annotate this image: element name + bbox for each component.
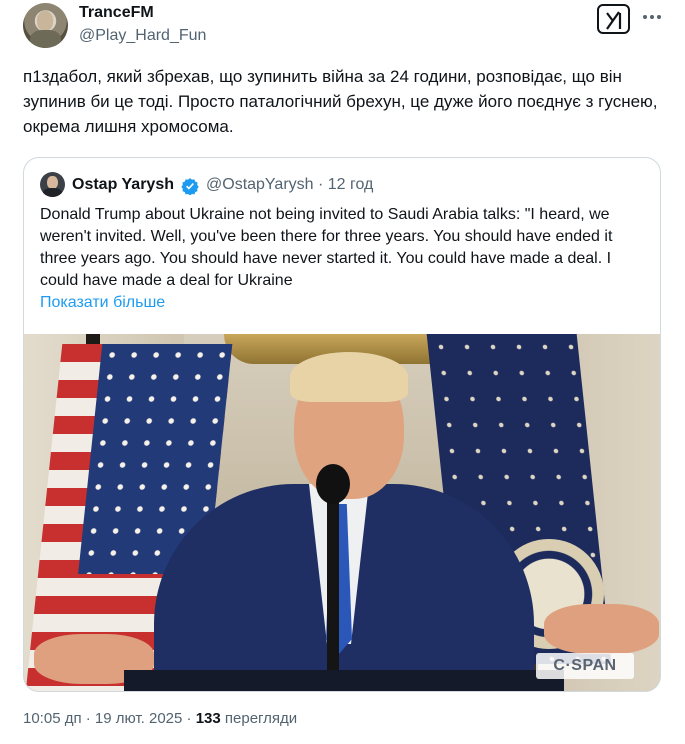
quoted-media-image[interactable]: C·SPAN [24,334,660,691]
views-count: 133 [195,710,221,727]
tweet-text: п1здабол, який збрехав, що зупинить війн… [23,67,658,136]
author-handle[interactable]: @Play_Hard_Fun [79,27,206,45]
more-options-button[interactable] [641,6,663,28]
grok-button[interactable] [597,4,630,34]
author-avatar[interactable] [23,3,68,48]
more-icon [643,15,661,19]
author-name[interactable]: TranceFM [79,4,154,22]
views-label: перегляди [224,710,298,727]
tweet-meta: 10:05 дп · 19 лют. 2025 · 133 перегляди [23,710,297,727]
quoted-tweet[interactable]: Ostap Yarysh @OstapYarysh · 12 год Donal… [23,157,661,692]
verified-badge-icon [181,178,199,195]
quoted-text: Donald Trump about Ukraine not being inv… [40,206,613,289]
quoted-author-avatar[interactable] [40,172,65,197]
quoted-author-name[interactable]: Ostap Yarysh [72,176,174,194]
grok-icon [606,11,622,30]
quoted-handle-time: @OstapYarysh · 12 год [206,176,374,193]
tweet: TranceFM @Play_Hard_Fun п1здабол, який з… [0,0,685,744]
timestamp[interactable]: 10:05 дп · 19 лют. 2025 · [23,710,192,727]
show-more-link[interactable]: Показати більше [40,294,165,312]
cspan-watermark: C·SPAN [536,653,634,679]
